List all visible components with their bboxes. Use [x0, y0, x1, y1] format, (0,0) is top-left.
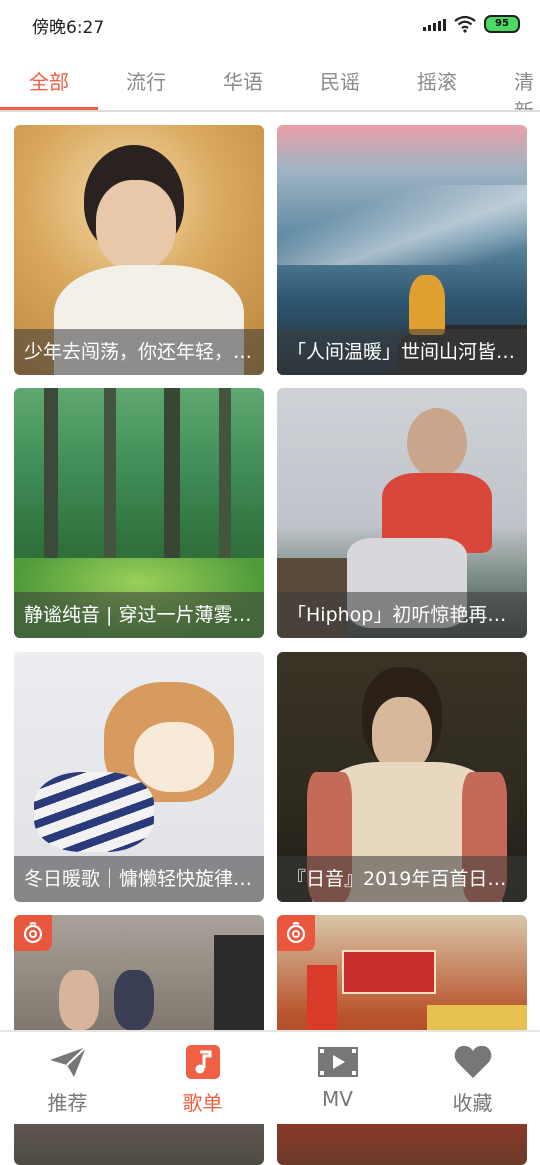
playlist-card[interactable]: 少年去闯荡，你还年轻，别浪费时光 [14, 125, 264, 375]
nav-playlists[interactable]: 歌单 [135, 1032, 270, 1124]
playlist-card[interactable]: 「人间温暖」世间山河皆是温柔 [277, 125, 527, 375]
nav-label: MV [322, 1087, 353, 1111]
active-tab-indicator [0, 107, 98, 110]
nav-label: 推荐 [47, 1091, 88, 1115]
playlist-card[interactable]: 冬日暖歌｜慵懒轻快旋律送给你 [14, 652, 264, 902]
status-bar: 傍晚6:27 95 [0, 0, 540, 48]
playlist-title: 「Hiphop」初听惊艳再听上瘾 [277, 592, 527, 638]
tab-fresh[interactable]: 清新 [514, 66, 540, 110]
tab-chinese[interactable]: 华语 [223, 66, 263, 95]
nav-label: 收藏 [452, 1091, 493, 1115]
nav-mv[interactable]: MV [270, 1032, 405, 1124]
tab-folk[interactable]: 民谣 [320, 66, 360, 95]
video-icon [317, 1047, 358, 1077]
playlist-title: 『日音』2019年百首日语精选 [277, 856, 527, 902]
battery-indicator: 95 [484, 15, 520, 33]
status-icons: 95 [423, 14, 520, 34]
netease-badge [277, 915, 315, 951]
tab-rock[interactable]: 摇滚 [417, 66, 457, 95]
wifi-icon [454, 15, 476, 33]
playlist-card[interactable]: 静谧纯音 | 穿过一片薄雾森林 [14, 388, 264, 638]
nav-label: 歌单 [182, 1091, 223, 1115]
playlist-title: 静谧纯音 | 穿过一片薄雾森林 [14, 592, 264, 638]
netease-music-icon [23, 922, 43, 944]
nav-recommend[interactable]: 推荐 [0, 1032, 135, 1124]
playlist-title: 「人间温暖」世间山河皆是温柔 [277, 329, 527, 375]
playlist-card[interactable]: 「Hiphop」初听惊艳再听上瘾 [277, 388, 527, 638]
playlist-card[interactable]: 『日音』2019年百首日语精选 [277, 652, 527, 902]
signal-icon [423, 17, 446, 31]
heart-icon [454, 1045, 491, 1078]
category-tabs: 全部 流行 华语 民谣 摇滚 清新 [0, 52, 540, 112]
music-note-icon [185, 1045, 220, 1079]
bottom-navigation: 推荐 歌单 MV 收藏 [0, 1030, 540, 1124]
status-time: 傍晚6:27 [32, 18, 105, 38]
playlist-title: 冬日暖歌｜慵懒轻快旋律送给你 [14, 856, 264, 902]
netease-badge [14, 915, 52, 951]
tab-all[interactable]: 全部 [29, 66, 69, 95]
paper-plane-icon [49, 1046, 87, 1077]
nav-favorites[interactable]: 收藏 [405, 1032, 540, 1124]
playlist-title: 少年去闯荡，你还年轻，别浪费时光 [14, 329, 264, 375]
netease-music-icon [286, 922, 306, 944]
tab-pop[interactable]: 流行 [126, 66, 166, 95]
